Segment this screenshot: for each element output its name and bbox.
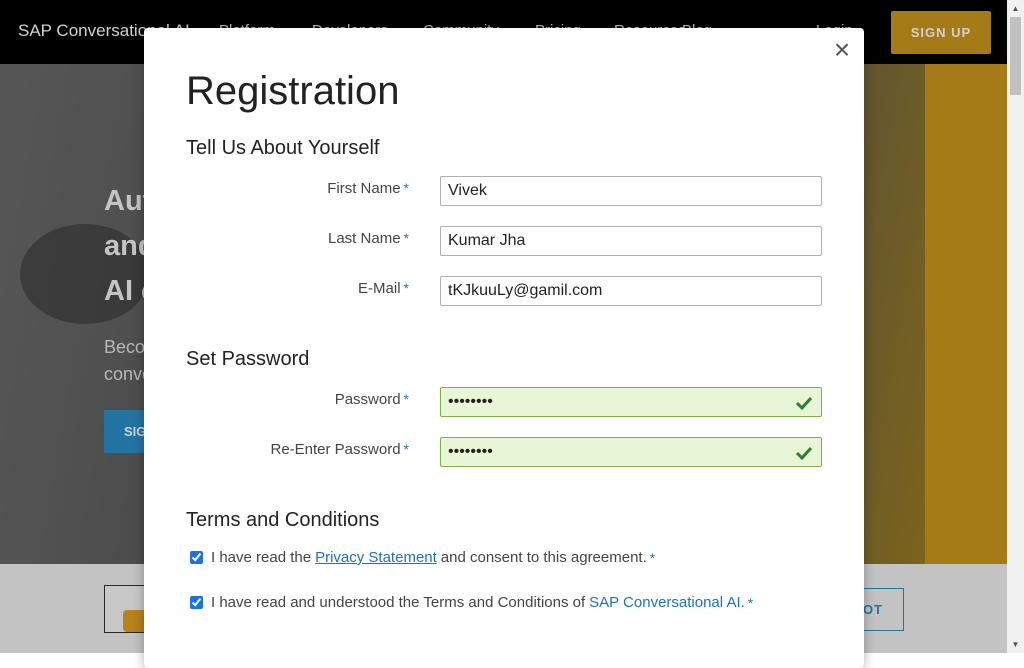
- reenter-password-label: Re-Enter Password *: [270, 441, 409, 458]
- password-label: Password *: [335, 391, 409, 408]
- first-name-field[interactable]: [440, 176, 822, 206]
- checkmark-icon: [795, 446, 813, 461]
- first-name-label-text: First Name: [327, 180, 401, 197]
- required-marker: *: [403, 230, 409, 246]
- email-label-text: E-Mail: [358, 280, 401, 297]
- dialog-title: Registration: [186, 69, 400, 113]
- terms-consent-row: I have read and understood the Terms and…: [190, 594, 753, 611]
- last-name-label-text: Last Name: [328, 230, 401, 247]
- required-marker: *: [747, 594, 754, 611]
- checkmark-icon: [795, 396, 813, 411]
- required-marker: *: [403, 441, 409, 457]
- required-marker: *: [649, 549, 656, 566]
- privacy-consent-checkbox[interactable]: [190, 551, 203, 564]
- privacy-text: I have read the: [211, 549, 312, 566]
- required-marker: *: [403, 391, 409, 407]
- reenter-password-label-text: Re-Enter Password: [270, 441, 401, 458]
- terms-link[interactable]: SAP Conversational AI.: [589, 594, 745, 611]
- privacy-statement-link[interactable]: Privacy Statement: [315, 549, 437, 566]
- section-heading-terms: Terms and Conditions: [186, 509, 380, 531]
- reenter-password-field[interactable]: [440, 437, 822, 467]
- scrollbar-thumb[interactable]: [1010, 17, 1021, 95]
- email-label: E-Mail *: [358, 280, 409, 297]
- privacy-text-end: and consent to this agreement.: [440, 549, 647, 566]
- password-field[interactable]: [440, 387, 822, 417]
- page-scrollbar[interactable]: ▲ ▼: [1007, 0, 1024, 653]
- section-heading-password: Set Password: [186, 348, 310, 370]
- scroll-down-arrow-icon[interactable]: ▼: [1007, 636, 1024, 653]
- first-name-label: First Name *: [327, 180, 409, 197]
- privacy-consent-row: I have read the Privacy Statement and co…: [190, 549, 655, 566]
- section-heading-about: Tell Us About Yourself: [186, 137, 380, 159]
- scroll-up-arrow-icon[interactable]: ▲: [1007, 0, 1024, 17]
- required-marker: *: [403, 280, 409, 296]
- email-field[interactable]: [440, 276, 822, 306]
- required-marker: *: [403, 180, 409, 196]
- close-icon[interactable]: ×: [830, 36, 854, 64]
- last-name-label: Last Name *: [328, 230, 409, 247]
- terms-consent-checkbox[interactable]: [190, 596, 203, 609]
- terms-text: I have read and understood the Terms and…: [211, 594, 586, 611]
- registration-dialog: × Registration Tell Us About Yourself Fi…: [144, 28, 864, 668]
- password-label-text: Password: [334, 391, 401, 408]
- last-name-field[interactable]: [440, 226, 822, 256]
